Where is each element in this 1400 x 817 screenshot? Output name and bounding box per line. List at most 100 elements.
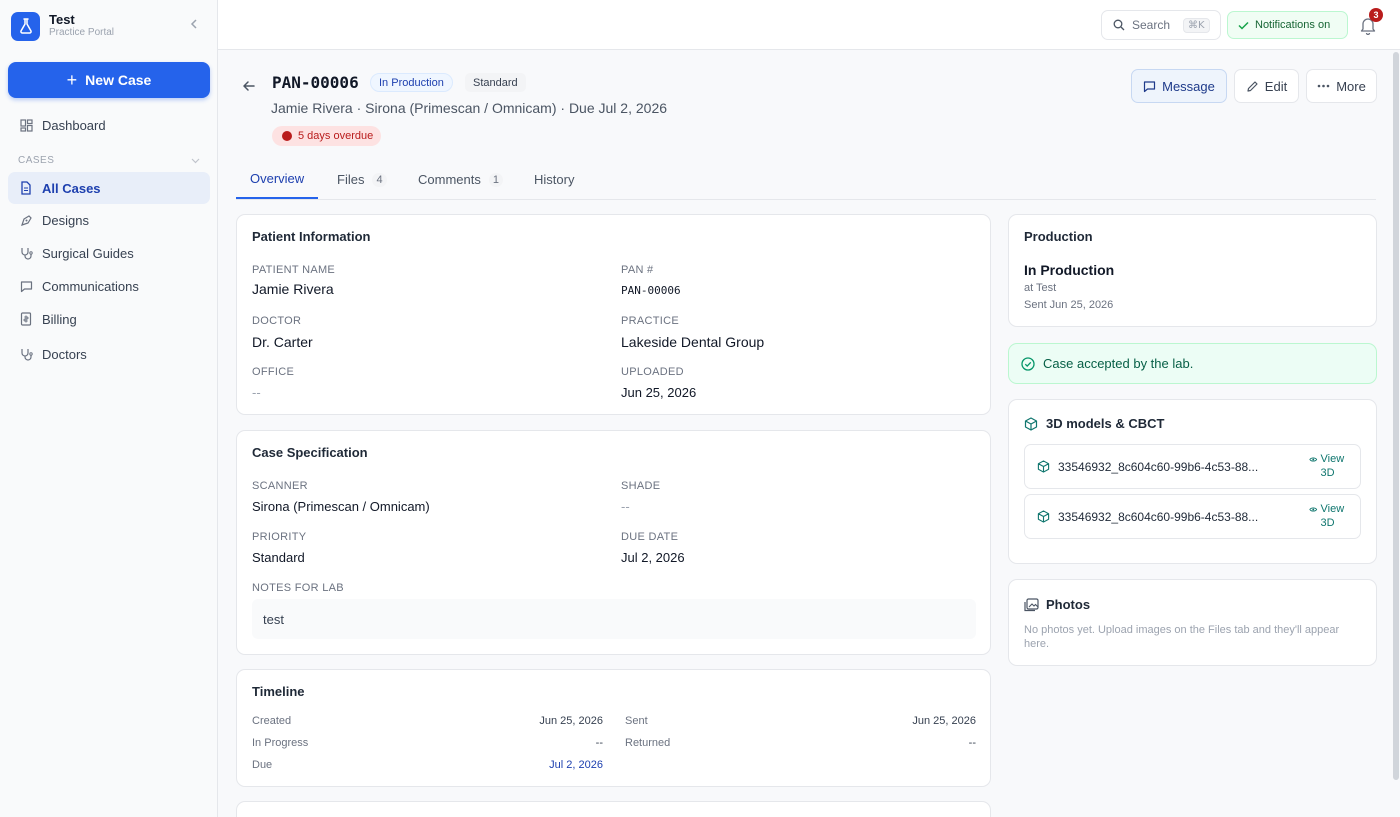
field-label: PATIENT NAME <box>252 264 336 276</box>
app-name: Test <box>49 12 75 27</box>
notes-for-lab: test <box>252 599 976 639</box>
chat-icon <box>1144 80 1156 92</box>
sidebar-item-communications[interactable]: Communications <box>8 270 210 302</box>
field-label: DOCTOR <box>252 315 302 327</box>
tab-label: History <box>534 172 575 187</box>
sidebar-item-designs[interactable]: Designs <box>8 204 210 236</box>
sidebar-item-label: Billing <box>42 311 77 327</box>
sidebar-item-label: Communications <box>42 278 139 294</box>
notification-count-badge: 3 <box>1369 8 1383 22</box>
tab-files[interactable]: Files 4 <box>337 160 387 199</box>
tab-comments[interactable]: Comments 1 <box>418 160 503 199</box>
app-subtitle: Practice Portal <box>49 27 115 38</box>
tab-overview[interactable]: Overview <box>236 160 319 199</box>
production-location: at Test <box>1024 282 1057 294</box>
priority-value: Standard <box>252 550 305 565</box>
sidebar-item-label: Designs <box>42 212 89 228</box>
cases-section-header[interactable]: CASES <box>18 155 200 166</box>
cube-icon <box>1024 416 1038 431</box>
back-arrow-icon[interactable] <box>240 77 258 95</box>
sidebar-item-label: Doctors <box>42 346 87 362</box>
pencil-icon <box>1247 80 1258 92</box>
edit-button[interactable]: Edit <box>1234 69 1299 103</box>
model-file-row[interactable]: 33546932_8c604c60-99b6-4c53-88... View 3… <box>1024 494 1361 539</box>
models-card: 3D models & CBCT 33546932_8c604c60-99b6-… <box>1008 399 1377 564</box>
message-label: Message <box>1162 78 1215 94</box>
timeline-label: In Progress <box>252 737 309 749</box>
sidebar-item-billing[interactable]: Billing <box>8 303 210 335</box>
page-scrollbar[interactable] <box>1393 52 1399 780</box>
patient-name: Jamie Rivera <box>252 281 334 297</box>
card-title: Timeline <box>252 684 305 699</box>
field-label: PAN # <box>621 264 654 276</box>
eye-icon <box>1309 457 1318 462</box>
timeline-value: -- <box>595 737 603 749</box>
overdue-text: 5 days overdue <box>298 130 374 142</box>
top-bar: Search ⌘K Notifications on 3 <box>218 0 1400 50</box>
more-button[interactable]: More <box>1306 69 1377 103</box>
view-3d-button[interactable]: View 3D <box>1309 452 1359 480</box>
new-case-label: New Case <box>85 72 152 88</box>
more-label: More <box>1336 78 1366 94</box>
timeline-label: Returned <box>625 737 671 749</box>
scanner-value: Sirona (Primescan / Omnicam) <box>252 499 430 514</box>
tab-label: Files <box>337 172 365 187</box>
photos-empty-text: No photos yet. Upload images on the File… <box>1024 624 1340 650</box>
production-status: In Production <box>1024 262 1115 278</box>
priority-badge: Standard <box>465 73 526 92</box>
sidebar-item-doctors[interactable]: Doctors <box>8 338 210 370</box>
sidebar-item-all-cases[interactable]: All Cases <box>8 172 210 204</box>
search-button[interactable]: Search ⌘K <box>1101 10 1221 40</box>
sidebar: Test Practice Portal + New Case Dashboar… <box>0 0 218 817</box>
new-case-button[interactable]: + New Case <box>8 62 210 98</box>
timeline-label: Created <box>252 715 292 727</box>
sidebar-item-dashboard[interactable]: Dashboard <box>8 109 210 141</box>
plus-icon: + <box>66 70 78 90</box>
tab-count: 4 <box>372 172 387 187</box>
search-icon <box>1113 19 1125 31</box>
notifications-toggle[interactable]: Notifications on <box>1227 11 1348 39</box>
next-card <box>236 801 991 817</box>
card-title: Case Specification <box>252 445 368 460</box>
more-dots-icon <box>1317 84 1330 88</box>
image-icon <box>1024 597 1039 611</box>
flask-icon <box>11 11 40 41</box>
check-icon <box>1238 21 1249 30</box>
office-value: -- <box>252 385 261 400</box>
field-label: OFFICE <box>252 366 295 378</box>
uploaded-date: Jun 25, 2026 <box>621 385 697 400</box>
view-3d-button[interactable]: View 3D <box>1309 502 1359 530</box>
status-badge: In Production <box>370 73 453 92</box>
sidebar-item-surgical-guides[interactable]: Surgical Guides <box>8 237 210 269</box>
cube-icon <box>1037 460 1050 473</box>
notifications-label: Notifications on <box>1255 19 1331 31</box>
field-label: SCANNER <box>252 480 308 492</box>
document-icon <box>19 181 33 195</box>
photos-card: Photos No photos yet. Upload images on t… <box>1008 579 1377 666</box>
field-label: UPLOADED <box>621 366 684 378</box>
timeline-value: Jun 25, 2026 <box>912 715 976 727</box>
timeline-label: Sent <box>625 715 648 727</box>
receipt-icon <box>19 312 33 326</box>
timeline-card: Timeline Created Jun 25, 2026 Sent Jun 2… <box>236 669 991 787</box>
tab-label: Overview <box>250 171 305 186</box>
alert-icon <box>282 131 292 141</box>
collapse-sidebar-button[interactable] <box>186 16 202 32</box>
dashboard-icon <box>19 118 33 132</box>
tab-count: 1 <box>488 172 503 187</box>
production-card: Production In Production at Test Sent Ju… <box>1008 214 1377 327</box>
check-circle-icon <box>1021 356 1035 371</box>
timeline-value: Jun 25, 2026 <box>539 715 603 727</box>
chevron-left-icon <box>190 19 197 29</box>
sidebar-item-label: All Cases <box>42 180 101 196</box>
model-file-name: 33546932_8c604c60-99b6-4c53-88... <box>1058 459 1259 474</box>
tab-history[interactable]: History <box>534 160 574 199</box>
shade-value: -- <box>621 499 630 514</box>
timeline-value: -- <box>968 737 976 749</box>
field-label: NOTES FOR LAB <box>252 582 344 594</box>
cube-icon <box>1037 510 1050 523</box>
brand[interactable]: Test Practice Portal <box>11 10 211 42</box>
card-title: Photos <box>1046 597 1091 612</box>
model-file-row[interactable]: 33546932_8c604c60-99b6-4c53-88... View 3… <box>1024 444 1361 489</box>
message-button[interactable]: Message <box>1131 69 1227 103</box>
